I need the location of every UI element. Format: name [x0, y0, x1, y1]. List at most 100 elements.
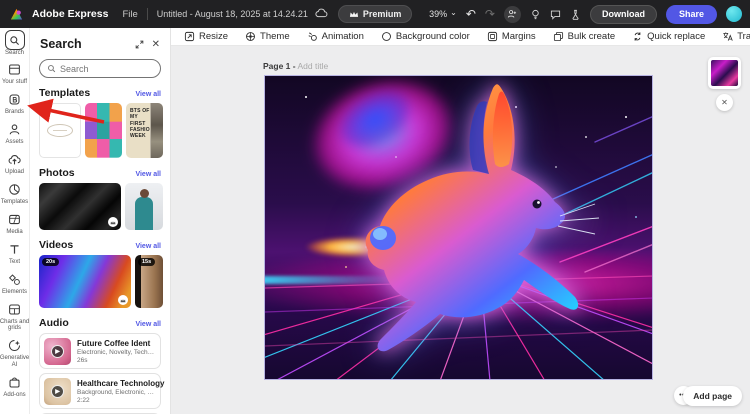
sidebar-item-search[interactable]: Search — [0, 32, 30, 56]
sidebar-item-charts-and-grids[interactable]: Charts and grids — [0, 301, 30, 332]
translate-button[interactable]: Translate NEW — [722, 31, 750, 42]
comment-icon — [550, 9, 561, 20]
adobe-express-logo-icon[interactable] — [9, 7, 24, 22]
background-color-button[interactable]: Background color — [381, 31, 470, 42]
quick-replace-button[interactable]: Quick replace — [632, 31, 705, 42]
invite-collaborator-button[interactable] — [504, 6, 521, 23]
beta-features-button[interactable] — [570, 9, 581, 20]
sparkle-icon — [7, 338, 23, 354]
person-icon — [7, 122, 23, 138]
templates-icon — [7, 181, 23, 197]
adobe-express-app: Adobe Express File Untitled - August 18,… — [0, 0, 750, 414]
sidebar-item-upload[interactable]: Upload — [0, 152, 30, 176]
theme-wheel-icon — [245, 31, 256, 42]
theme-button[interactable]: Theme — [245, 31, 290, 42]
audio-item-future-coffee[interactable]: ▶ Future Coffee Ident Electronic, Novelt… — [39, 333, 161, 369]
top-bar: Adobe Express File Untitled - August 18,… — [0, 0, 750, 28]
share-button[interactable]: Share — [666, 5, 717, 24]
upload-cloud-icon — [7, 152, 23, 168]
search-input-wrapper[interactable] — [39, 59, 161, 78]
translate-icon — [722, 31, 733, 42]
swap-arrows-icon — [632, 31, 643, 42]
photos-section-title: Photos — [39, 167, 75, 179]
premium-crown-badge — [118, 295, 128, 305]
page-label: Page 1 - Add title — [263, 61, 328, 71]
redo-button[interactable]: ↷ — [485, 8, 495, 20]
feedback-button[interactable] — [550, 9, 561, 20]
page-thumbnail-image — [711, 60, 738, 86]
app-title: Adobe Express — [32, 8, 108, 20]
video-thumbnail-person[interactable]: 15s — [135, 255, 163, 308]
sidebar-item-templates[interactable]: Templates — [0, 181, 30, 205]
lightbulb-icon — [530, 9, 541, 20]
templates-section-title: Templates — [39, 87, 90, 99]
expand-panel-icon[interactable] — [135, 40, 144, 49]
sidebar-item-brands[interactable]: Brands — [0, 92, 30, 116]
photo-thumbnail-silk[interactable] — [39, 183, 121, 230]
premium-button[interactable]: Premium — [338, 5, 413, 23]
sidebar-item-your-stuff[interactable]: Your stuff — [0, 62, 30, 86]
document-toolbar: Resize Theme Animation Background color … — [171, 28, 750, 46]
photo-thumbnail-nurse[interactable] — [125, 183, 163, 230]
close-button[interactable]: ✕ — [716, 94, 733, 111]
audio-section-title: Audio — [39, 317, 69, 329]
template-thumbnail-people[interactable] — [85, 103, 122, 158]
template-thumbnail-logo[interactable] — [39, 103, 81, 158]
add-ons-icon — [7, 375, 23, 391]
background-color-icon — [381, 31, 392, 42]
folder-icon — [7, 62, 23, 78]
templates-view-all-link[interactable]: View all — [135, 91, 161, 98]
sidebar-item-generative-ai[interactable]: Generative AI — [0, 338, 30, 369]
videos-section-title: Videos — [39, 239, 73, 251]
template-thumbnail-fashion[interactable]: BTS OF MY FIRST FASHION WEEK — [126, 103, 163, 158]
ideas-button[interactable] — [530, 9, 541, 20]
animation-icon — [307, 31, 318, 42]
brands-shield-icon — [7, 92, 23, 108]
flask-icon — [570, 9, 581, 20]
neon-rabbit-illustration — [265, 76, 653, 380]
video-thumbnail-abstract[interactable]: 20s — [39, 255, 131, 308]
table-icon — [7, 301, 23, 317]
media-icon — [7, 211, 23, 227]
cloud-sync-icon[interactable] — [315, 5, 328, 23]
margins-icon — [487, 31, 498, 42]
search-input[interactable] — [60, 64, 150, 74]
download-button[interactable]: Download — [590, 5, 657, 24]
video-duration-badge: 20s — [42, 258, 59, 266]
sidebar-item-text[interactable]: Text — [0, 241, 30, 265]
resize-icon — [184, 31, 195, 42]
person-add-icon — [507, 9, 517, 19]
search-panel: Search ✕ Templates View all BTS OF MY FI… — [30, 28, 171, 414]
margins-button[interactable]: Margins — [487, 31, 536, 42]
videos-view-all-link[interactable]: View all — [135, 243, 161, 250]
sidebar-item-add-ons[interactable]: Add-ons — [0, 375, 30, 399]
crown-icon — [349, 10, 359, 18]
add-page-button[interactable]: Add page — [683, 386, 742, 406]
search-icon — [47, 64, 56, 73]
sidebar-item-elements[interactable]: Elements — [0, 271, 30, 295]
document-title[interactable]: Untitled - August 18, 2025 at 14.24.21 — [157, 9, 308, 19]
photos-view-all-link[interactable]: View all — [135, 171, 161, 178]
play-icon[interactable]: ▶ — [44, 378, 71, 405]
add-title-placeholder[interactable]: Add title — [298, 61, 329, 71]
animation-button[interactable]: Animation — [307, 31, 364, 42]
canvas-page-artwork[interactable] — [264, 75, 653, 380]
left-sidebar: Search Your stuff Brands Assets Upload T… — [0, 28, 30, 414]
zoom-control[interactable]: 39% ⌄ — [429, 9, 457, 19]
divider — [147, 8, 148, 20]
undo-button[interactable]: ↶ — [466, 8, 476, 20]
audio-thumbnail: ▶ — [44, 378, 71, 405]
sidebar-item-media[interactable]: Media — [0, 211, 30, 235]
user-avatar[interactable] — [726, 6, 742, 22]
page-thumbnail[interactable] — [708, 57, 741, 89]
bulk-create-button[interactable]: Bulk create — [553, 31, 616, 42]
audio-view-all-link[interactable]: View all — [135, 321, 161, 328]
play-icon[interactable]: ▶ — [44, 338, 71, 365]
premium-crown-badge — [108, 217, 118, 227]
close-panel-icon[interactable]: ✕ — [152, 39, 160, 50]
resize-button[interactable]: Resize — [184, 31, 228, 42]
file-menu[interactable]: File — [122, 9, 137, 20]
audio-thumbnail: ▶ — [44, 338, 71, 365]
audio-item-healthcare-technology[interactable]: ▶ Healthcare Technology Background, Elec… — [39, 373, 161, 409]
sidebar-item-assets[interactable]: Assets — [0, 122, 30, 146]
